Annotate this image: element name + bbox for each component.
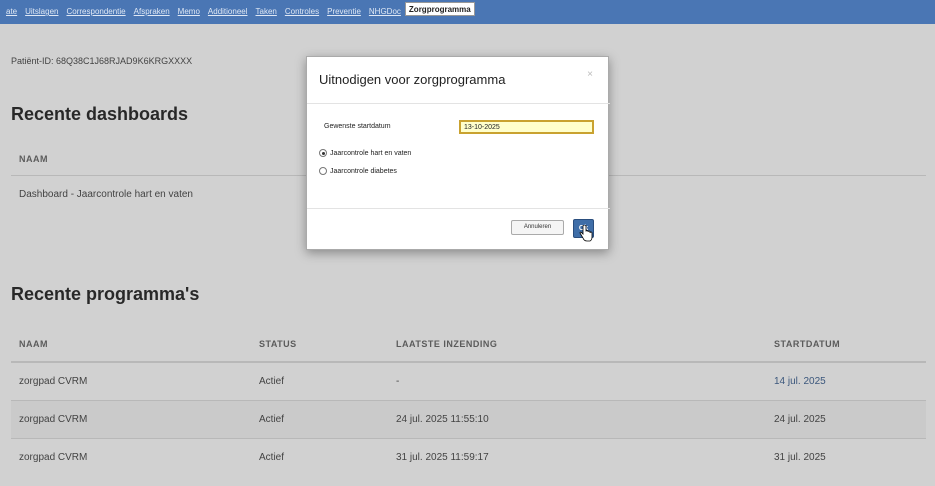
tab-ate[interactable]: ate: [2, 0, 21, 24]
tab-afspraken[interactable]: Afspraken: [130, 0, 174, 24]
tab-controles[interactable]: Controles: [281, 0, 323, 24]
radio-unselected-icon[interactable]: [319, 167, 327, 175]
tab-uitslagen[interactable]: Uitslagen: [21, 0, 62, 24]
tab-preventie[interactable]: Preventie: [323, 0, 365, 24]
hand-cursor-icon: [579, 225, 593, 242]
radio-label: Jaarcontrole hart en vaten: [330, 149, 412, 157]
tab-correspondentie[interactable]: Correspondentie: [62, 0, 129, 24]
divider: [307, 208, 610, 209]
tab-nhgdoc[interactable]: NHGDoc: [365, 0, 405, 24]
dialog-title: Uitnodigen voor zorgprogramma: [319, 72, 506, 87]
tab-additioneel[interactable]: Additioneel: [204, 0, 252, 24]
radio-selected-icon[interactable]: [319, 149, 327, 157]
top-navigation: ate Uitslagen Correspondentie Afspraken …: [0, 0, 935, 24]
close-icon[interactable]: ×: [587, 69, 593, 80]
tab-zorgprogramma[interactable]: Zorgprogramma: [404, 2, 475, 16]
page: ate Uitslagen Correspondentie Afspraken …: [0, 0, 935, 486]
cancel-button[interactable]: Annuleren: [511, 220, 564, 235]
start-date-label: Gewenste startdatum: [324, 123, 391, 130]
tab-taken[interactable]: Taken: [252, 0, 281, 24]
divider: [307, 103, 610, 104]
radio-option-hart-en-vaten[interactable]: Jaarcontrole hart en vaten: [319, 149, 411, 157]
tab-memo[interactable]: Memo: [174, 0, 204, 24]
start-date-input[interactable]: [459, 120, 594, 134]
radio-label: Jaarcontrole diabetes: [330, 167, 397, 175]
radio-option-diabetes[interactable]: Jaarcontrole diabetes: [319, 167, 397, 175]
invite-dialog: Uitnodigen voor zorgprogramma × Gewenste…: [306, 56, 610, 250]
